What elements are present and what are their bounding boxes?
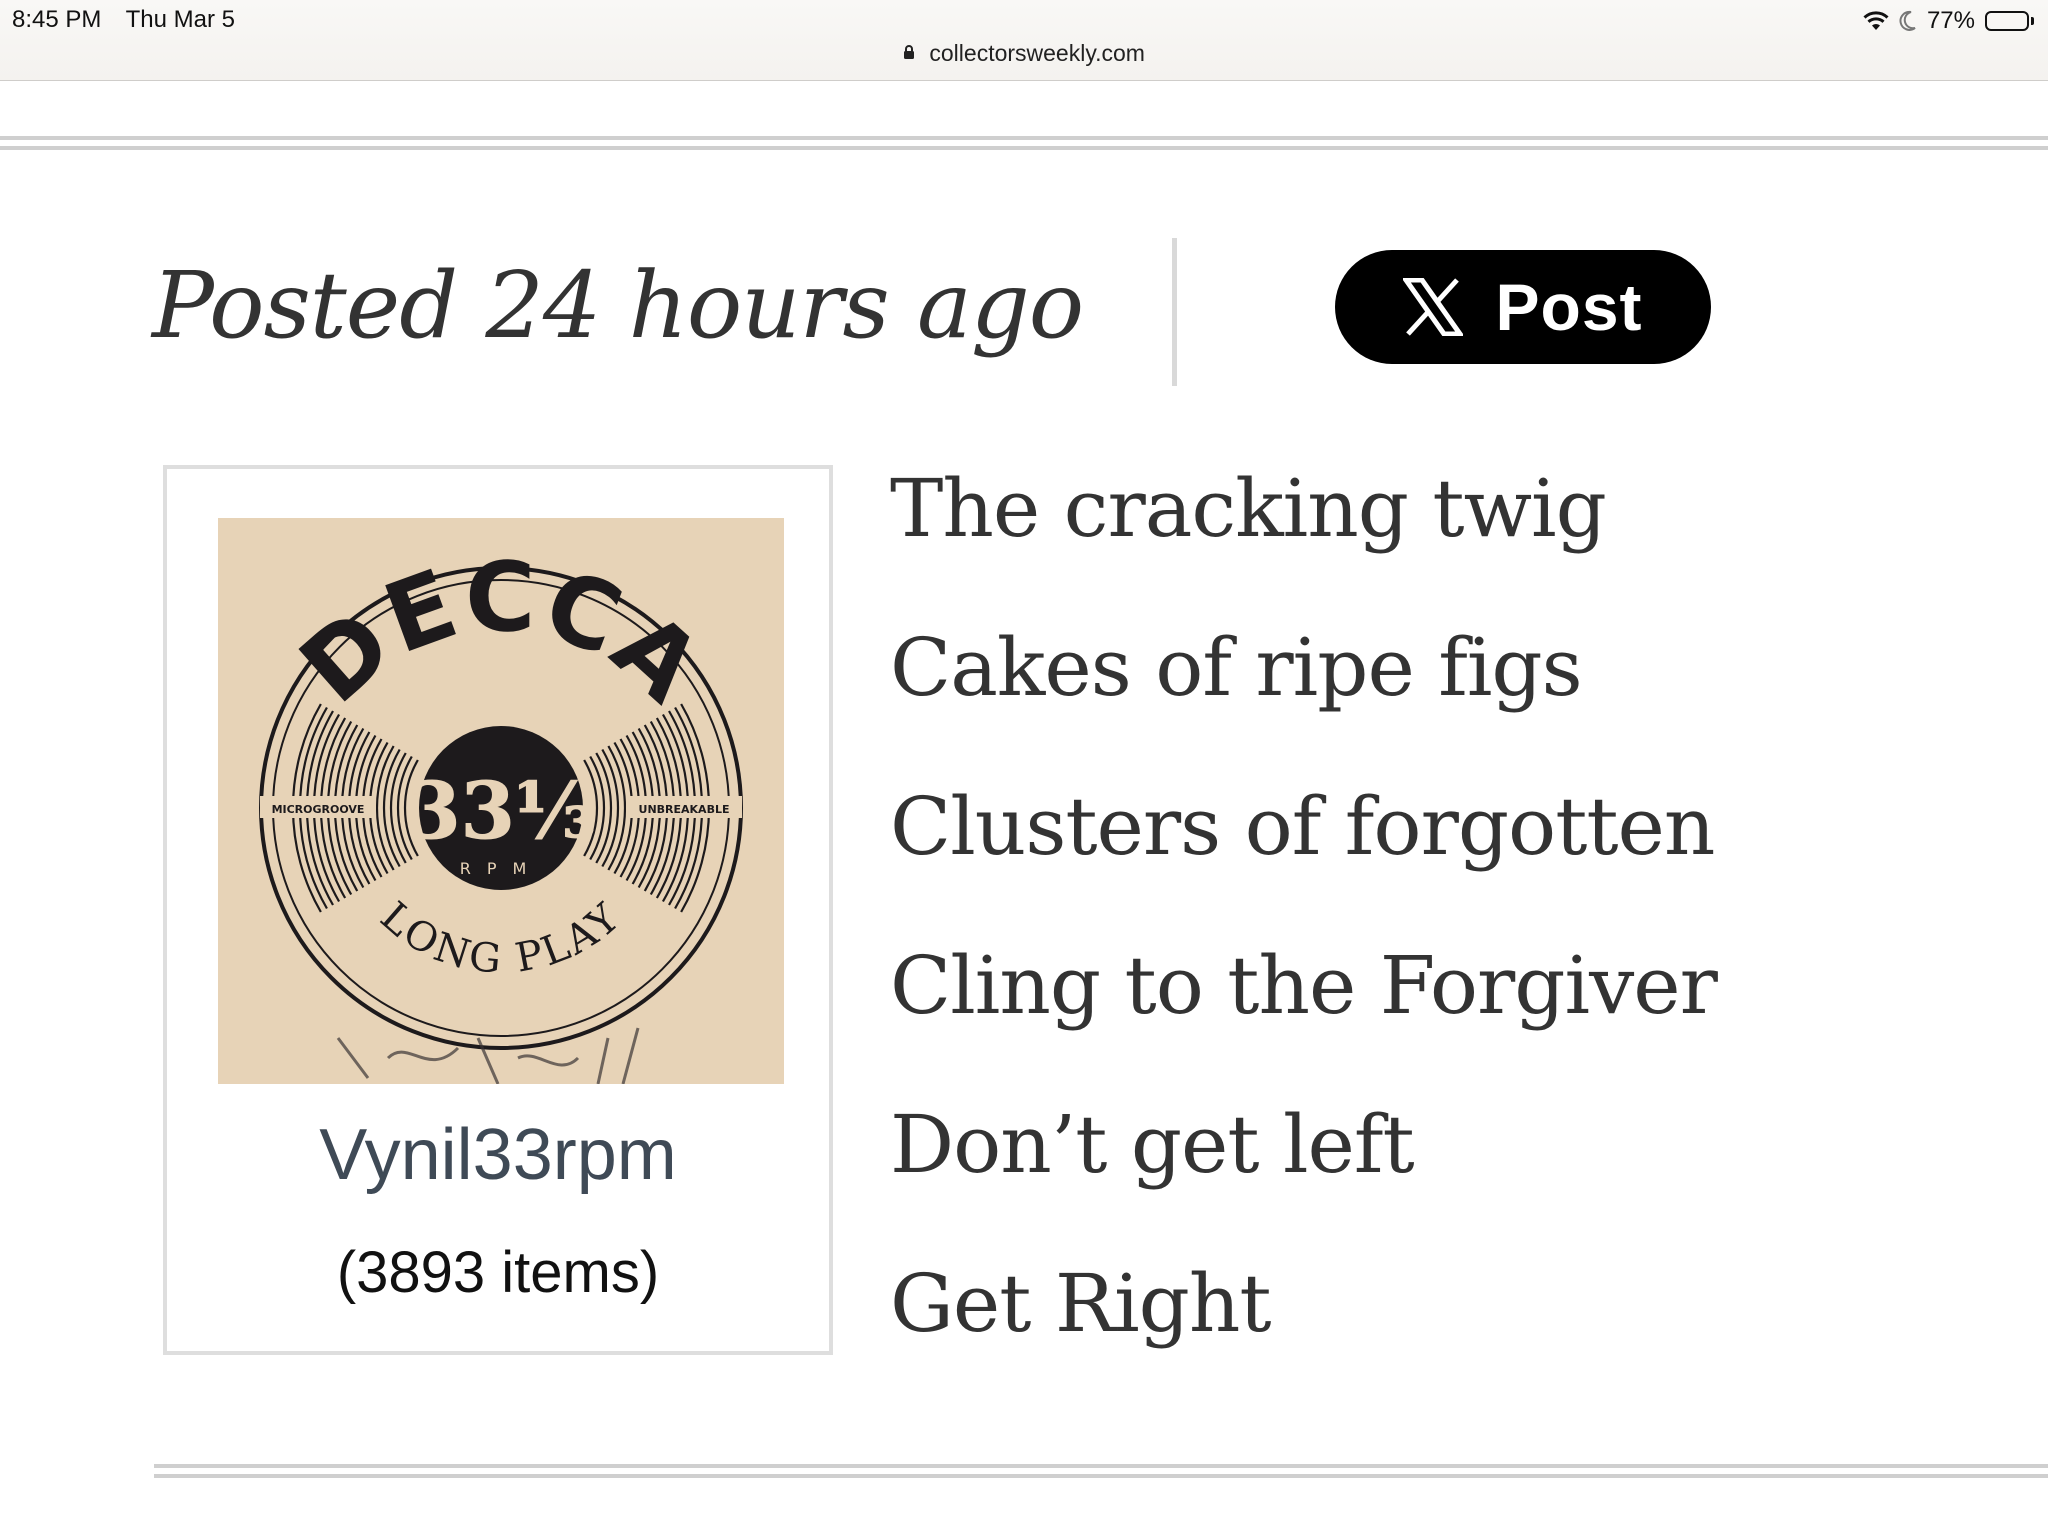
right-label-text: UNBREAKABLE (639, 803, 730, 816)
username-link[interactable]: Vynil33rpm (167, 1114, 829, 1196)
avatar[interactable]: 33⅓ RPM MICROGROOVE UNBREAKABLE DECCA LO… (218, 518, 784, 1084)
post-button-label: Post (1495, 270, 1643, 344)
status-date: Thu Mar 5 (125, 6, 235, 33)
browser-chrome: 8:45 PM Thu Mar 5 77% collectorsweekly.c… (0, 0, 2048, 81)
poem-line: Get Right (890, 1257, 1272, 1350)
status-bar-right: 77% (1863, 6, 2034, 36)
x-logo-icon (1403, 278, 1464, 336)
section-divider-bottom (154, 1464, 2048, 1478)
decca-label-image: 33⅓ RPM MICROGROOVE UNBREAKABLE DECCA LO… (218, 518, 784, 1084)
url-text[interactable]: collectorsweekly.com (929, 40, 1145, 66)
vertical-divider (1172, 238, 1177, 386)
moon-icon (1899, 10, 1917, 32)
address-bar[interactable]: collectorsweekly.com (0, 40, 2048, 68)
page: 8:45 PM Thu Mar 5 77% collectorsweekly.c… (0, 0, 2048, 1536)
left-label-text: MICROGROOVE (272, 803, 365, 816)
posted-time: Posted 24 hours ago (152, 252, 1084, 359)
x-post-button[interactable]: Post (1335, 250, 1711, 364)
battery-icon (1985, 11, 2034, 31)
profile-card: 33⅓ RPM MICROGROOVE UNBREAKABLE DECCA LO… (163, 465, 833, 1355)
poem-line: The cracking twig (890, 462, 1607, 555)
item-count: (3893 items) (336, 1240, 660, 1305)
status-bar-left: 8:45 PM Thu Mar 5 (12, 6, 253, 34)
status-time: 8:45 PM (12, 6, 102, 33)
lock-icon (903, 39, 915, 66)
battery-percent: 77% (1926, 7, 1975, 34)
poem-line: Cling to the Forgiver (890, 939, 1718, 1032)
poem-line: Cakes of ripe figs (890, 621, 1583, 714)
speed-text: 33⅓ (406, 766, 595, 857)
wifi-icon (1863, 11, 1889, 31)
rpm-text: RPM (460, 859, 543, 878)
poem-line: Clusters of forgotten (890, 780, 1715, 873)
poem-lines: The cracking twig Cakes of ripe figs Clu… (890, 450, 1718, 1404)
poem-line: Don’t get left (890, 1098, 1415, 1191)
section-divider-top (0, 136, 2048, 150)
